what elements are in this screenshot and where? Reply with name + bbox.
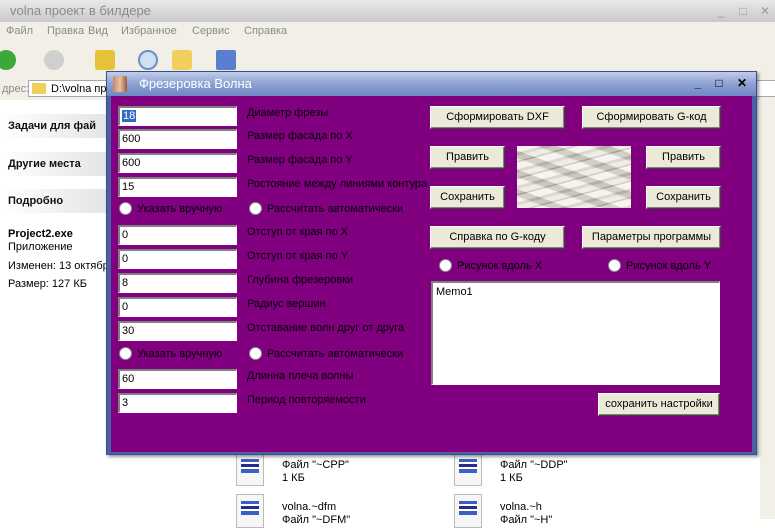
milling-dialog: Фрезеровка Волна _ □ ✕ 18 Диаметр фрезы … [106,71,757,455]
search-icon[interactable] [138,50,158,70]
details-filename: Project2.exe [8,228,73,240]
milling-depth-label: Глубина фрезеровки [247,274,354,286]
file-icon [454,494,482,528]
menu-edit[interactable]: Правка [47,25,84,37]
views-icon[interactable] [216,50,236,70]
other-places-header[interactable]: Другие места [0,152,110,176]
wave-lag-label: Отставание волн друг от друга [247,322,405,334]
wave-arm-length-label: Длинна плеча волны [247,370,354,382]
minimize-icon[interactable]: _ [712,3,730,19]
radio-manual-1[interactable]: Указать вручную [119,202,222,215]
program-params-button[interactable]: Параметры программы [582,226,721,249]
facade-size-y-input[interactable]: 600 [118,153,237,173]
maximize-icon[interactable]: □ [734,3,752,19]
gcode-help-button[interactable]: Справка по G-коду [430,226,565,249]
contour-spacing-label: Ростояние между линиями контура [247,178,428,190]
dialog-title: Фрезеровка Волна [139,76,252,91]
back-icon[interactable] [0,50,16,70]
save-settings-button[interactable]: сохранить настройки [598,393,720,416]
details-size: Размер: 127 КБ [8,278,87,290]
dialog-client: 18 Диаметр фрезы 600 Размер фасада по X … [111,96,752,452]
file-icon [454,452,482,486]
edit-left-button[interactable]: Править [430,146,505,169]
forward-icon[interactable] [44,50,64,70]
generate-dxf-button[interactable]: Сформировать DXF [430,106,565,129]
offset-x-label: Отступ от края по X [247,226,349,238]
facade-size-x-label: Размер фасада по X [247,130,353,142]
edit-right-button[interactable]: Править [646,146,721,169]
radio-auto-1[interactable]: Рассчитать автоматически [249,202,403,215]
repeat-period-input[interactable]: 3 [118,393,237,413]
offset-x-input[interactable]: 0 [118,225,237,245]
wave-preview-image [517,146,631,208]
wave-arm-length-input[interactable]: 60 [118,369,237,389]
save-right-button[interactable]: Сохранить [646,186,721,209]
minimize-icon[interactable]: _ [689,76,707,92]
vertex-radius-label: Радиус вершин [247,298,326,310]
menu-favorites[interactable]: Избранное [121,25,177,37]
close-icon[interactable]: ✕ [756,3,774,19]
wave-lag-input[interactable]: 30 [118,321,237,341]
up-folder-icon[interactable] [95,50,115,70]
folders-icon[interactable] [172,50,192,70]
address-label: дрес: [2,83,30,95]
details-modified: Изменен: 13 октябр [8,260,109,272]
menu-file[interactable]: Файл [6,25,33,37]
save-left-button[interactable]: Сохранить [430,186,505,209]
explorer-task-pane: Задачи для фай Другие места Подробно Pro… [0,100,110,519]
milling-depth-input[interactable]: 8 [118,273,237,293]
facade-size-y-label: Размер фасада по Y [247,154,353,166]
explorer-titlebar: volna проект в билдере _ □ ✕ [0,0,775,22]
vertex-radius-input[interactable]: 0 [118,297,237,317]
close-icon[interactable]: ✕ [733,76,751,92]
file-icon [236,452,264,486]
explorer-scrollbar[interactable] [760,100,775,519]
details-header[interactable]: Подробно [0,189,110,213]
details-filetype: Приложение [8,241,73,253]
generate-gcode-button[interactable]: Сформировать G-код [582,106,721,129]
menu-help[interactable]: Справка [244,25,287,37]
cutter-diameter-input[interactable]: 18 [118,106,237,126]
offset-y-input[interactable]: 0 [118,249,237,269]
repeat-period-label: Период повторяемости [247,394,366,406]
radio-auto-2[interactable]: Рассчитать автоматически [249,347,403,360]
radio-manual-2[interactable]: Указать вручную [119,347,222,360]
maximize-icon[interactable]: □ [710,76,728,92]
radio-pattern-along-y[interactable]: Рисунок вдоль Y [608,259,711,272]
tasks-section-header[interactable]: Задачи для фай [0,114,110,138]
explorer-title: volna проект в билдере [10,3,151,18]
cutter-diameter-label: Диаметр фрезы [247,107,329,119]
app-icon [113,76,127,92]
contour-spacing-input[interactable]: 15 [118,177,237,197]
explorer-menubar: Файл Правка Вид Избранное Сервис Справка [0,22,775,42]
menu-view[interactable]: Вид [88,25,108,37]
facade-size-x-input[interactable]: 600 [118,129,237,149]
radio-pattern-along-x[interactable]: Рисунок вдоль X [439,259,542,272]
file-icon [236,494,264,528]
menu-tools[interactable]: Сервис [192,25,230,37]
memo-textarea[interactable]: Memo1 [431,281,720,385]
dialog-titlebar[interactable]: Фрезеровка Волна _ □ ✕ [107,72,756,96]
offset-y-label: Отступ от края по Y [247,250,349,262]
folder-icon [32,83,46,94]
